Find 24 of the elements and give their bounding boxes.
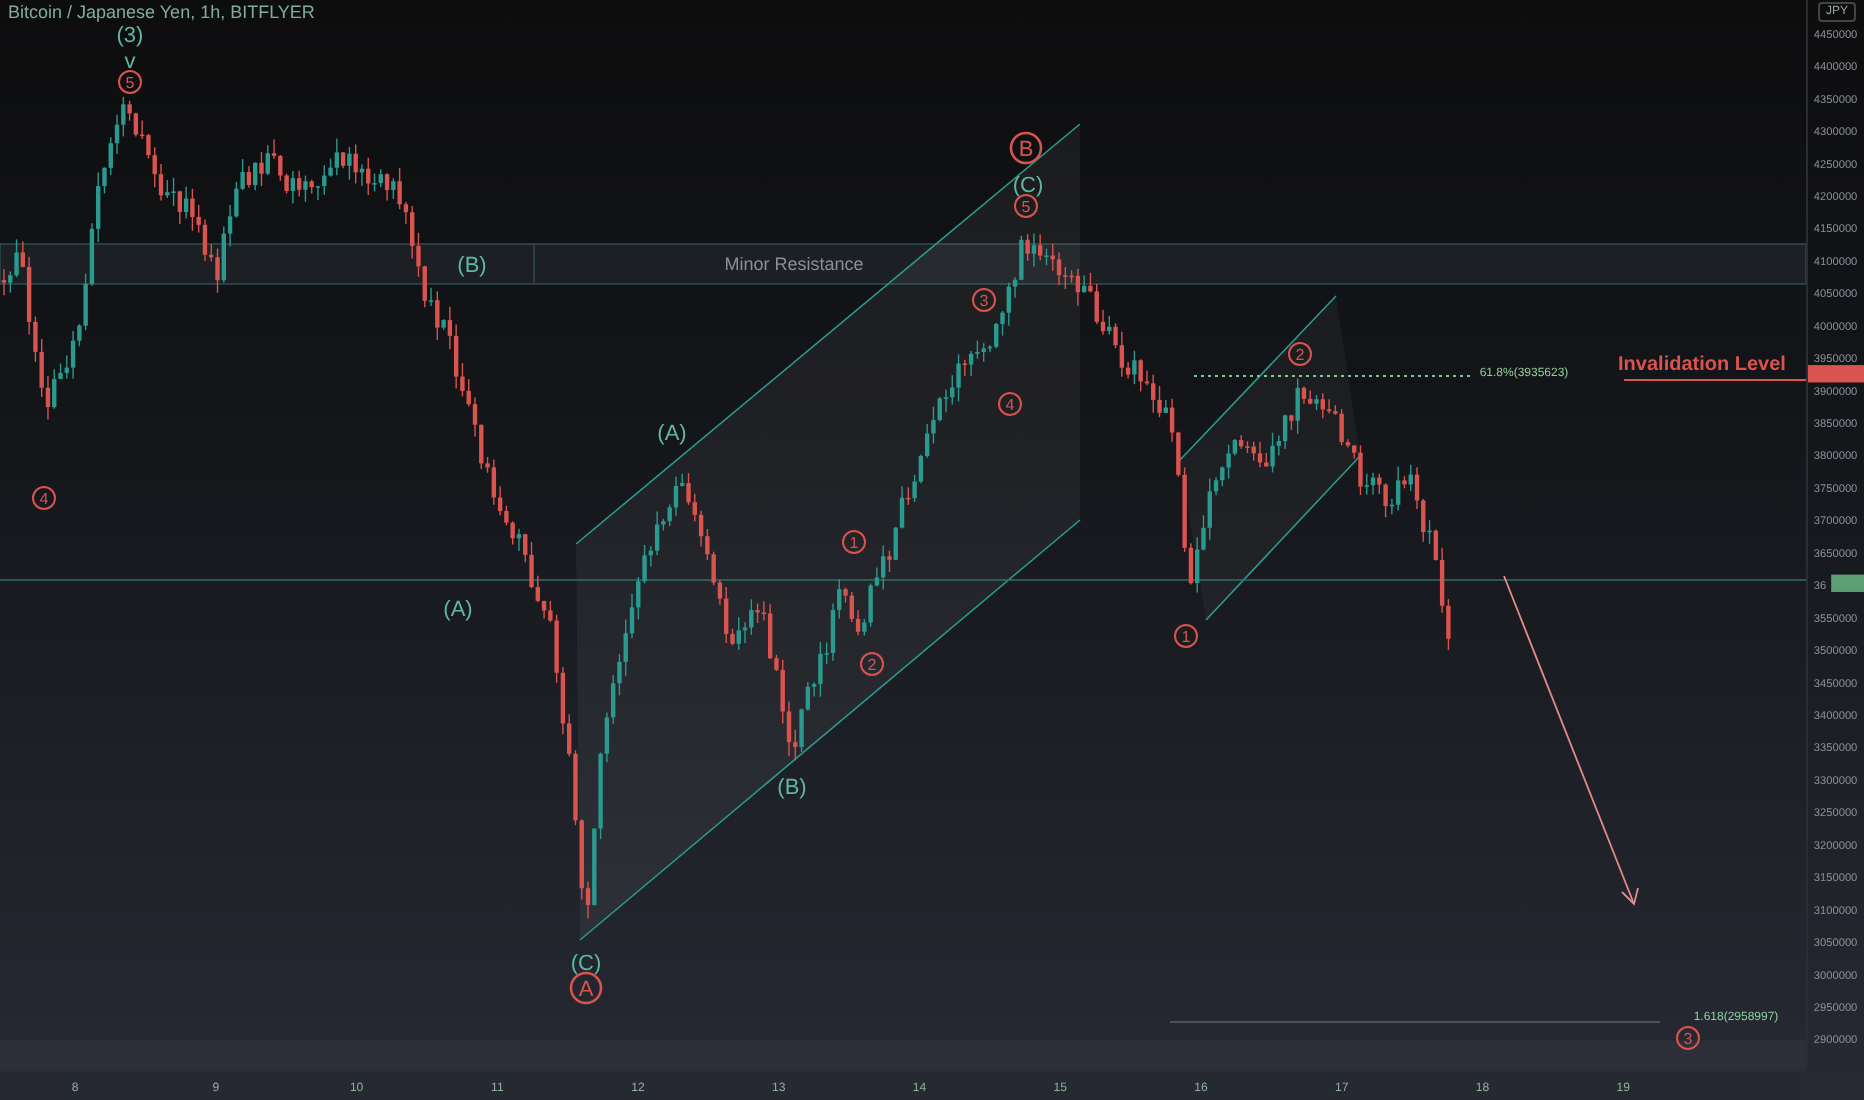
wave-label: (B) — [777, 776, 807, 800]
wave-label: v — [124, 50, 136, 74]
wave-count-marker: 5 — [118, 70, 142, 94]
wave-count-marker: 2 — [860, 652, 884, 676]
wave-count-marker: 3 — [972, 288, 996, 312]
wave-count-marker: 4 — [998, 392, 1022, 416]
wave-count-marker: 1 — [842, 530, 866, 554]
price-marker — [1831, 574, 1864, 592]
wave-count-marker: 4 — [32, 486, 56, 510]
wave-count-marker: 1 — [1174, 624, 1198, 648]
wave-label: (3) — [116, 24, 144, 48]
wave-label: (A) — [443, 598, 473, 622]
zone-label: Minor Resistance — [724, 254, 864, 274]
wave-count-marker: 5 — [1014, 194, 1038, 218]
wave-label: (C) — [1012, 174, 1044, 198]
wave-label: (B) — [457, 254, 487, 278]
chart-title: Bitcoin / Japanese Yen, 1h, BITFLYER — [8, 2, 315, 22]
price-marker — [1808, 365, 1864, 383]
wave-label: (C) — [570, 952, 602, 976]
wave-count-marker: 3 — [1676, 1026, 1700, 1050]
wave-count-marker: 2 — [1288, 342, 1312, 366]
level-label: Invalidation Level — [1618, 354, 1786, 376]
wave-count-marker: B — [1009, 131, 1043, 165]
wave-label: (A) — [657, 422, 687, 446]
